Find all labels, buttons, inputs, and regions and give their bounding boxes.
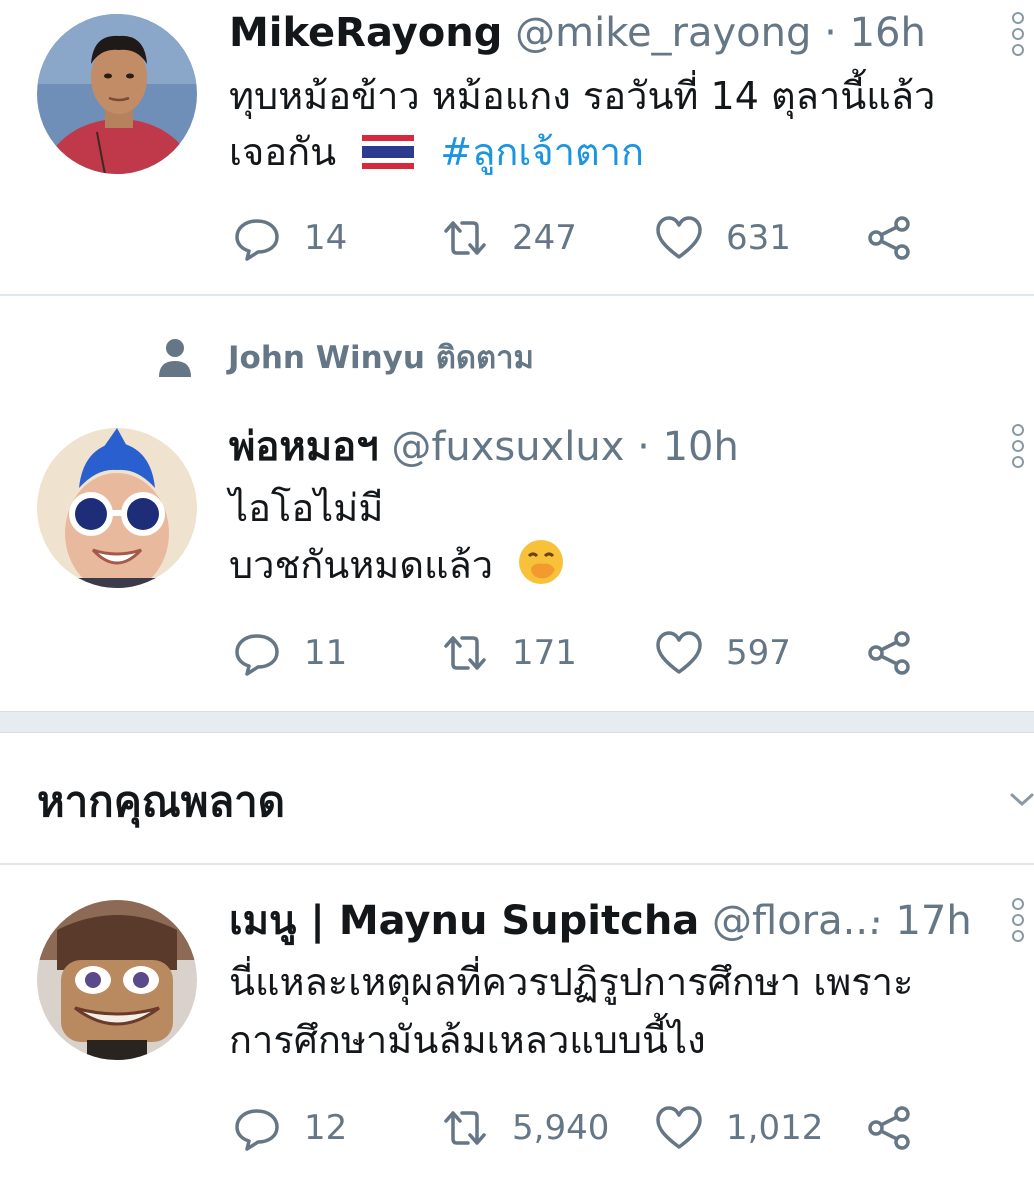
- reply-icon: [235, 634, 279, 676]
- share-icon: [868, 216, 910, 260]
- share-button[interactable]: [864, 627, 914, 679]
- tweet-header: เมนู | Maynu Supitcha @flora...: [229, 896, 881, 946]
- more-vertical-icon[interactable]: [1006, 12, 1030, 60]
- reply-button[interactable]: 14: [232, 212, 347, 264]
- reply-button[interactable]: 11: [232, 627, 347, 679]
- tweet-actions: 11 171 597: [232, 627, 952, 679]
- tweet-header: พ่อหมอฯ @fuxsuxlux · 10h: [229, 422, 739, 472]
- tweet-text-line: การศึกษามันล้มเหลวแบบนี้ไง: [229, 1018, 706, 1062]
- more-vertical-icon[interactable]: [1006, 424, 1030, 472]
- retweet-count: 5,940: [512, 1108, 610, 1148]
- retweet-button[interactable]: 247: [440, 212, 577, 264]
- section-title: หากคุณพลาด: [37, 777, 286, 826]
- heart-icon: [656, 1106, 702, 1149]
- avatar[interactable]: [37, 14, 197, 174]
- hand-over-mouth-emoji: [519, 540, 564, 584]
- separator: ·: [870, 898, 883, 944]
- tweet[interactable]: John Winyu ติดตาม พ่อหมอฯ @fuxsuxlux · 1…: [0, 297, 1034, 711]
- avatar[interactable]: [37, 900, 197, 1060]
- tweet[interactable]: MikeRayong @mike_rayong · 16h ทุบหม้อข้า…: [0, 0, 1034, 296]
- like-count: 597: [726, 633, 791, 673]
- heart-icon: [656, 216, 702, 259]
- hashtag-link[interactable]: #ลูกเจ้าตาก: [440, 130, 644, 174]
- tweet-actions: 14 247 631: [232, 212, 952, 264]
- tweet-text-line: ไอโอไม่มี: [229, 486, 384, 530]
- heart-icon: [656, 631, 702, 674]
- retweet-button[interactable]: 171: [440, 627, 577, 679]
- tweet-actions: 12 5,940 1,012: [232, 1102, 952, 1154]
- retweet-icon: [444, 636, 486, 670]
- tweet-time: · 17h: [870, 896, 972, 946]
- display-name[interactable]: เมนู | Maynu Supitcha: [229, 898, 699, 944]
- tweet-text-line: บวชกันหมดแล้ว: [229, 537, 565, 593]
- timestamp[interactable]: 17h: [895, 898, 971, 944]
- reply-count: 14: [304, 218, 348, 258]
- separator: ·: [824, 10, 837, 56]
- thailand-flag-emoji: [362, 135, 415, 169]
- share-button[interactable]: [864, 1102, 914, 1154]
- like-button[interactable]: 597: [654, 627, 791, 679]
- display-name[interactable]: พ่อหมอฯ: [229, 424, 379, 470]
- tweet-header: MikeRayong @mike_rayong · 16h: [229, 8, 926, 58]
- like-count: 631: [726, 218, 791, 258]
- person-icon: [159, 339, 191, 377]
- reply-icon: [235, 1109, 279, 1151]
- share-icon: [868, 1106, 910, 1150]
- display-name[interactable]: MikeRayong: [229, 10, 502, 56]
- section-header[interactable]: หากคุณพลาด: [0, 733, 1034, 865]
- reply-count: 12: [304, 1108, 348, 1148]
- handle[interactable]: @fuxsuxlux: [391, 424, 624, 470]
- share-button[interactable]: [864, 212, 914, 264]
- handle[interactable]: @flora...: [712, 898, 881, 944]
- timestamp[interactable]: 16h: [850, 10, 926, 56]
- chevron-down-icon[interactable]: [1004, 783, 1034, 813]
- reply-button[interactable]: 12: [232, 1102, 347, 1154]
- tweet-text: บวชกันหมดแล้ว: [229, 543, 494, 587]
- timestamp[interactable]: 10h: [663, 424, 739, 470]
- retweet-icon: [444, 1111, 486, 1145]
- retweet-count: 247: [512, 218, 577, 258]
- separator: ·: [637, 424, 650, 470]
- retweet-button[interactable]: 5,940: [440, 1102, 609, 1154]
- handle[interactable]: @mike_rayong: [515, 10, 811, 56]
- tweet-text-line: ทุบหม้อข้าว หม้อแกง รอวันที่ 14 ตุลานี้แ…: [229, 74, 936, 118]
- share-icon: [868, 631, 910, 675]
- tweet-text-line: นี่แหละเหตุผลที่ควรปฏิรูปการศึกษา เพราะ: [229, 960, 914, 1004]
- section-divider: [0, 711, 1034, 733]
- tweet[interactable]: เมนู | Maynu Supitcha @flora... · 17h นี…: [0, 866, 1034, 1187]
- retweet-icon: [444, 221, 486, 255]
- tweet-text: เจอกัน: [229, 130, 337, 174]
- retweet-count: 171: [512, 633, 577, 673]
- social-context[interactable]: John Winyu ติดตาม: [156, 337, 534, 377]
- like-button[interactable]: 631: [654, 212, 791, 264]
- tweet-text-line: เจอกัน #ลูกเจ้าตาก: [229, 124, 644, 180]
- social-context-text: John Winyu ติดตาม: [228, 340, 534, 376]
- avatar[interactable]: [37, 428, 197, 588]
- reply-count: 11: [304, 633, 348, 673]
- more-vertical-icon[interactable]: [1006, 898, 1030, 946]
- reply-icon: [235, 219, 279, 261]
- like-count: 1,012: [726, 1108, 824, 1148]
- like-button[interactable]: 1,012: [654, 1102, 823, 1154]
